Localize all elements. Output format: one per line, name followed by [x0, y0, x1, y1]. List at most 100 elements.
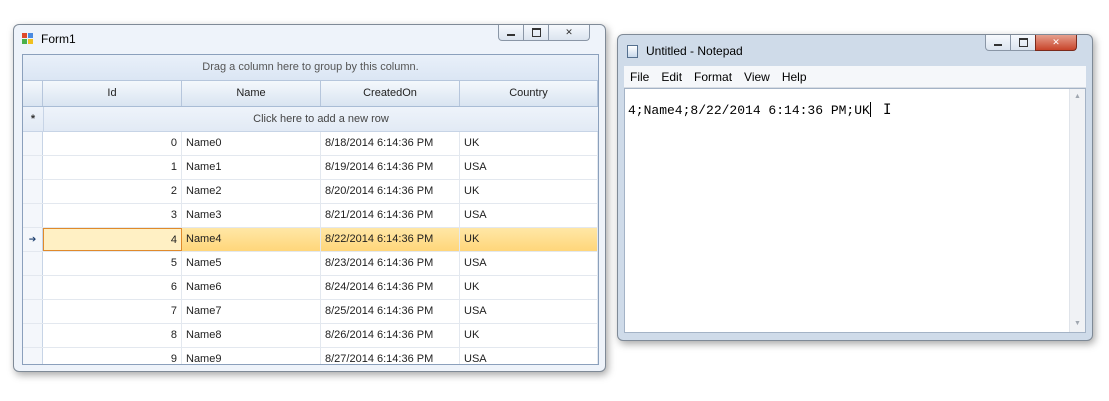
menu-help[interactable]: Help [776, 70, 813, 84]
table-row[interactable]: 2 Name2 8/20/2014 6:14:36 PM UK [23, 180, 598, 204]
minimize-icon [507, 34, 515, 36]
cell-country[interactable]: UK [460, 228, 598, 251]
row-indicator[interactable] [23, 180, 43, 203]
cell-createdon[interactable]: 8/24/2014 6:14:36 PM [321, 276, 460, 299]
menu-format[interactable]: Format [688, 70, 738, 84]
vertical-scrollbar[interactable]: ▲ ▼ [1069, 89, 1085, 332]
data-grid[interactable]: Drag a column here to group by this colu… [22, 54, 599, 365]
notepad-maximize-button[interactable] [1010, 35, 1036, 51]
cell-name[interactable]: Name8 [182, 324, 321, 347]
cell-country[interactable]: USA [460, 204, 598, 227]
cell-country[interactable]: USA [460, 156, 598, 179]
column-header-country[interactable]: Country [460, 81, 598, 106]
cell-createdon[interactable]: 8/19/2014 6:14:36 PM [321, 156, 460, 179]
column-header-createdon[interactable]: CreatedOn [321, 81, 460, 106]
table-row[interactable]: 7 Name7 8/25/2014 6:14:36 PM USA [23, 300, 598, 324]
table-row[interactable]: 8 Name8 8/26/2014 6:14:36 PM UK [23, 324, 598, 348]
notepad-icon [627, 45, 638, 58]
cell-country[interactable]: UK [460, 132, 598, 155]
menu-file[interactable]: File [624, 70, 655, 84]
notepad-close-button[interactable]: ✕ [1035, 35, 1077, 51]
cell-name[interactable]: Name6 [182, 276, 321, 299]
cell-name[interactable]: Name0 [182, 132, 321, 155]
cell-id[interactable]: 5 [43, 252, 182, 275]
cell-country[interactable]: USA [460, 300, 598, 323]
cell-id[interactable]: 3 [43, 204, 182, 227]
scroll-up-icon[interactable]: ▲ [1070, 89, 1085, 105]
menu-view[interactable]: View [738, 70, 776, 84]
cell-id[interactable]: 8 [43, 324, 182, 347]
cell-country[interactable]: UK [460, 180, 598, 203]
cell-id[interactable]: 2 [43, 180, 182, 203]
notepad-minimize-button[interactable] [985, 35, 1011, 51]
cell-name[interactable]: Name2 [182, 180, 321, 203]
cell-id[interactable]: 0 [43, 132, 182, 155]
current-row-arrow-icon: ➔ [28, 234, 37, 244]
cell-name[interactable]: Name5 [182, 252, 321, 275]
cell-createdon[interactable]: 8/18/2014 6:14:36 PM [321, 132, 460, 155]
cell-id[interactable]: 1 [43, 156, 182, 179]
cell-createdon[interactable]: 8/23/2014 6:14:36 PM [321, 252, 460, 275]
column-header-name[interactable]: Name [182, 81, 321, 106]
close-button[interactable]: ✕ [548, 25, 590, 41]
cell-id[interactable]: 9 [43, 348, 182, 364]
minimize-button[interactable] [498, 25, 524, 41]
notepad-window: Untitled - Notepad ✕ File Edit Format Vi… [617, 34, 1093, 341]
form1-titlebar[interactable]: Form1 ✕ [14, 25, 605, 53]
close-icon: ✕ [1052, 37, 1060, 47]
cell-createdon[interactable]: 8/21/2014 6:14:36 PM [321, 204, 460, 227]
group-panel[interactable]: Drag a column here to group by this colu… [23, 55, 598, 81]
cell-id[interactable]: 4 [43, 228, 182, 251]
table-row[interactable]: 6 Name6 8/24/2014 6:14:36 PM UK [23, 276, 598, 300]
row-indicator[interactable] [23, 324, 43, 347]
form1-title: Form1 [41, 32, 76, 46]
table-row[interactable]: 9 Name9 8/27/2014 6:14:36 PM USA [23, 348, 598, 364]
row-indicator[interactable] [23, 252, 43, 275]
row-indicator[interactable] [23, 276, 43, 299]
table-row[interactable]: 0 Name0 8/18/2014 6:14:36 PM UK [23, 132, 598, 156]
notepad-title: Untitled - Notepad [646, 44, 743, 58]
row-indicator[interactable] [23, 348, 43, 364]
table-row[interactable]: 3 Name3 8/21/2014 6:14:36 PM USA [23, 204, 598, 228]
table-row[interactable]: 1 Name1 8/19/2014 6:14:36 PM USA [23, 156, 598, 180]
cell-name[interactable]: Name1 [182, 156, 321, 179]
cell-id[interactable]: 7 [43, 300, 182, 323]
maximize-icon [531, 28, 541, 37]
notepad-text-area[interactable]: 4;Name4;8/22/2014 6:14:36 PM;UK I ▲ ▼ [624, 88, 1086, 333]
cell-country[interactable]: UK [460, 276, 598, 299]
cell-createdon[interactable]: 8/22/2014 6:14:36 PM [321, 228, 460, 251]
cell-createdon[interactable]: 8/26/2014 6:14:36 PM [321, 324, 460, 347]
table-row-selected[interactable]: ➔ 4 Name4 8/22/2014 6:14:36 PM UK [23, 228, 598, 252]
cell-country[interactable]: UK [460, 324, 598, 347]
row-indicator[interactable] [23, 300, 43, 323]
new-row-indicator-icon: * [23, 107, 44, 131]
cell-createdon[interactable]: 8/25/2014 6:14:36 PM [321, 300, 460, 323]
row-indicator[interactable] [23, 156, 43, 179]
new-row[interactable]: * Click here to add a new row [23, 107, 598, 132]
cell-name[interactable]: Name9 [182, 348, 321, 364]
cell-country[interactable]: USA [460, 348, 598, 364]
grid-header: Id Name CreatedOn Country [23, 81, 598, 107]
header-corner[interactable] [23, 81, 43, 106]
form-app-icon [22, 33, 34, 45]
maximize-button[interactable] [523, 25, 549, 41]
cell-name[interactable]: Name4 [182, 228, 321, 251]
new-row-label[interactable]: Click here to add a new row [44, 107, 598, 131]
notepad-content-text: 4;Name4;8/22/2014 6:14:36 PM;UK [628, 103, 870, 118]
cell-id[interactable]: 6 [43, 276, 182, 299]
menu-edit[interactable]: Edit [655, 70, 688, 84]
cell-name[interactable]: Name7 [182, 300, 321, 323]
cell-country[interactable]: USA [460, 252, 598, 275]
row-indicator[interactable] [23, 132, 43, 155]
cell-createdon[interactable]: 8/27/2014 6:14:36 PM [321, 348, 460, 364]
scroll-down-icon[interactable]: ▼ [1070, 316, 1085, 332]
column-header-id[interactable]: Id [43, 81, 182, 106]
cell-name[interactable]: Name3 [182, 204, 321, 227]
cell-createdon[interactable]: 8/20/2014 6:14:36 PM [321, 180, 460, 203]
table-row[interactable]: 5 Name5 8/23/2014 6:14:36 PM USA [23, 252, 598, 276]
close-icon: ✕ [565, 27, 573, 37]
row-indicator[interactable] [23, 204, 43, 227]
row-indicator[interactable]: ➔ [23, 228, 43, 251]
form1-window-buttons: ✕ [498, 25, 590, 43]
notepad-menubar: File Edit Format View Help [624, 66, 1086, 88]
